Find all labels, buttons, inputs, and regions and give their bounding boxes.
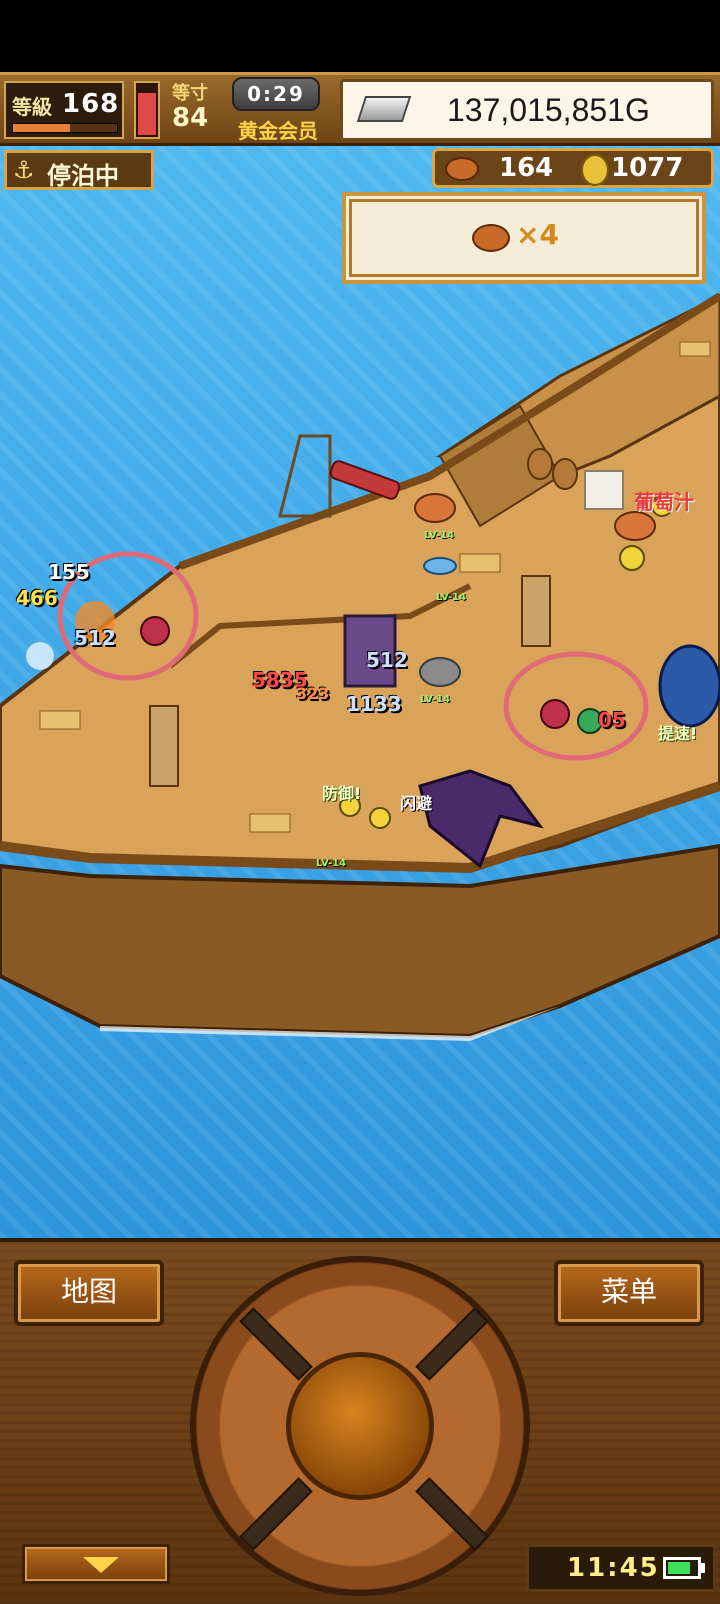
- action-button[interactable]: [286, 1352, 434, 1500]
- battery-icon: [663, 1557, 701, 1579]
- dpad-up[interactable]: [294, 1268, 426, 1338]
- rank-value: 84: [172, 103, 209, 133]
- resource-bar: 164 1077: [432, 148, 714, 188]
- gold-value: 137,015,851G: [447, 92, 650, 128]
- control-panel: 地图 菜单 11:45: [0, 1238, 720, 1604]
- juice-mug-icon[interactable]: [584, 470, 624, 510]
- level-box: 等級 168: [4, 81, 124, 139]
- collapse-button[interactable]: [22, 1544, 170, 1584]
- coin-count: 1077: [611, 153, 684, 183]
- docked-status[interactable]: ⚓ 停泊中: [4, 150, 154, 190]
- down-arrow-icon: [83, 1557, 119, 1573]
- battle-enemy[interactable]: [140, 616, 170, 646]
- blue-bird-monster[interactable]: [658, 644, 720, 728]
- membership-label: 黄金会员: [238, 119, 318, 143]
- level-tag: LV-14: [316, 858, 347, 869]
- level-label: 等級: [12, 95, 52, 119]
- battery-tip: [701, 1563, 705, 1573]
- ship-hull: [0, 843, 720, 1039]
- meat-count: 164: [499, 153, 554, 183]
- anchor-icon: ⚓: [13, 156, 35, 184]
- damage-number: 1133: [346, 692, 402, 716]
- docked-label: 停泊中: [47, 162, 119, 190]
- meat-icon: [472, 224, 510, 252]
- level-tag: LV-14: [420, 694, 451, 705]
- damage-number: 323: [296, 684, 330, 703]
- mast-left: [149, 705, 179, 787]
- timer: 0:29: [232, 77, 320, 111]
- boar-monster[interactable]: [614, 511, 656, 541]
- crew-member[interactable]: [369, 807, 391, 829]
- damage-number: 512: [74, 626, 116, 650]
- level-tag: LV-14: [424, 530, 455, 541]
- item-count: ×4: [516, 218, 559, 251]
- item-reward-panel[interactable]: ×4: [342, 192, 706, 284]
- stamina-gauge-fill: [138, 92, 156, 135]
- stamina-gauge: [134, 81, 160, 139]
- level-tag: LV-14: [436, 592, 467, 603]
- damage-number: 466: [16, 586, 58, 610]
- dpad-right[interactable]: [448, 1360, 518, 1492]
- grape-juice-label: 葡萄汁: [634, 490, 694, 514]
- level-value: 168: [62, 89, 120, 119]
- coin-icon: [581, 154, 609, 186]
- gold-display: 137,015,851G: [340, 79, 714, 141]
- top-status-bar: 等級 168 等寸 84 0:29 黄金会员 137,015,851G: [0, 72, 720, 146]
- dpad-left[interactable]: [202, 1360, 272, 1492]
- barrel: [552, 458, 578, 490]
- deck-hatch: [39, 710, 81, 730]
- haste-status: 提速!: [658, 724, 698, 743]
- damage-number: 155: [48, 560, 90, 584]
- ship-wheel-dpad[interactable]: [190, 1256, 530, 1596]
- meat-icon: [445, 157, 479, 181]
- damage-number: 05: [598, 708, 626, 732]
- cannon[interactable]: [329, 460, 401, 501]
- ufo-creature[interactable]: [423, 557, 457, 575]
- boar-monster[interactable]: [414, 493, 456, 523]
- barrel: [527, 448, 553, 480]
- dpad-down[interactable]: [294, 1514, 426, 1584]
- deck-hatch: [459, 553, 501, 573]
- dodge-status: 闪避: [400, 794, 433, 813]
- clock-battery-box: 11:45: [526, 1544, 716, 1592]
- exp-bar-fill: [13, 124, 71, 132]
- defend-status: 防御!: [322, 784, 362, 803]
- rock: [419, 657, 461, 687]
- clock: 11:45: [567, 1553, 660, 1583]
- battle-effect: [26, 642, 54, 670]
- crew-member[interactable]: [619, 545, 645, 571]
- menu-button[interactable]: 菜单: [554, 1260, 704, 1326]
- deck-hatch: [249, 813, 291, 833]
- deck-hatch: [679, 341, 711, 357]
- battery-fill: [668, 1562, 690, 1574]
- damage-number: 512: [366, 648, 408, 672]
- exp-bar: [12, 123, 118, 133]
- mast-right: [521, 575, 551, 647]
- rank-label: 等寸: [172, 83, 208, 104]
- battle-enemy[interactable]: [540, 699, 570, 729]
- rope-ladder: [278, 434, 332, 518]
- map-button[interactable]: 地图: [14, 1260, 164, 1326]
- silver-bar-icon: [356, 96, 412, 122]
